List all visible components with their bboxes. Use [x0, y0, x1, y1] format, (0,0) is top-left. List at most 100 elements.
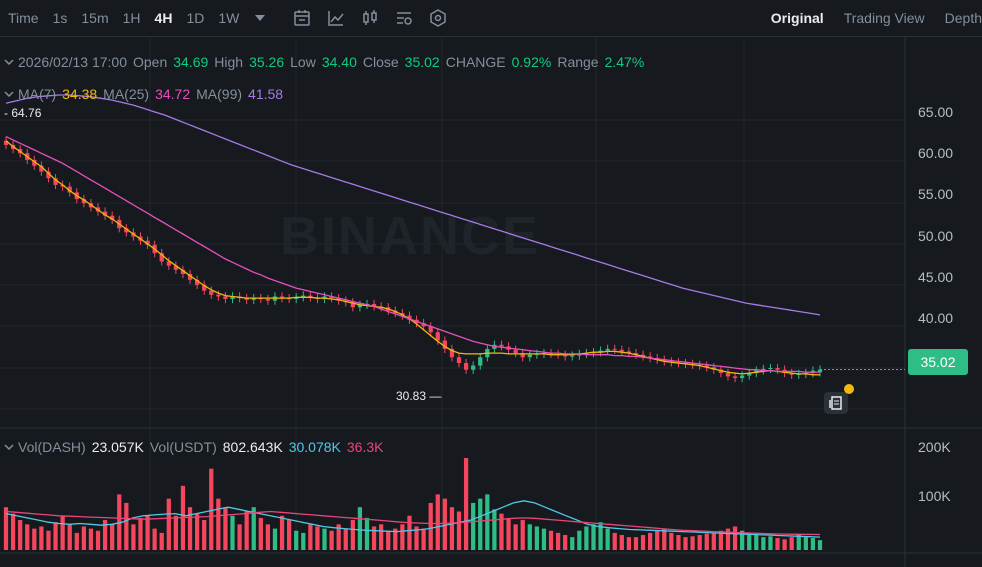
- volume-bar: [272, 528, 278, 550]
- candle-body: [513, 349, 518, 354]
- volume-bar: [683, 537, 688, 550]
- candle-body: [499, 344, 504, 347]
- volume-bar: [449, 507, 455, 550]
- volume-bar: [619, 535, 624, 550]
- volume-bar: [513, 524, 518, 550]
- chevron-down-icon: [4, 444, 14, 450]
- volume-bar: [223, 507, 228, 550]
- candle-body: [612, 348, 617, 350]
- ma25-value: 34.72: [155, 86, 191, 102]
- volume-bar: [18, 520, 23, 550]
- volume-bar: [541, 528, 547, 550]
- notes-button[interactable]: [824, 392, 848, 414]
- change-label: CHANGE: [445, 54, 506, 70]
- volume-bar: [591, 524, 596, 550]
- vol-ma2-value: 36.3K: [346, 439, 384, 455]
- volume-bar: [386, 530, 391, 550]
- volume-bar: [704, 533, 709, 550]
- candle-body: [463, 363, 469, 370]
- volume-bar: [485, 494, 490, 550]
- volume-bar: [676, 535, 681, 550]
- candle-body: [740, 375, 745, 379]
- volume-bar: [350, 520, 355, 550]
- candle-body: [775, 368, 780, 370]
- volume-bar: [145, 515, 150, 550]
- ma-legend: MA(7) 34.38 MA(25) 34.72 MA(99) 41.58: [0, 83, 289, 105]
- volume-bar: [166, 498, 171, 550]
- open-label: Open: [133, 54, 168, 70]
- candle-body: [605, 348, 610, 351]
- volume-bar: [124, 502, 129, 550]
- volume-bar: [421, 528, 426, 550]
- volume-bar: [279, 515, 285, 550]
- high-marker-value: 64.76: [11, 106, 42, 120]
- volume-bar: [768, 536, 773, 550]
- notification-dot: [844, 384, 854, 394]
- close-label: Close: [362, 54, 399, 70]
- volume-bar: [187, 507, 193, 550]
- volume-bar: [548, 530, 554, 550]
- volume-bar: [796, 535, 801, 550]
- collapse-ohlc-toggle[interactable]: [0, 59, 18, 65]
- volume-bar: [209, 468, 214, 550]
- close-value: 35.02: [404, 54, 440, 70]
- volume-bar: [761, 537, 766, 550]
- ma99-label: MA(99): [196, 86, 243, 102]
- volume-bar: [301, 532, 306, 550]
- volume-bar: [202, 520, 207, 550]
- low-marker-value: 30.83: [396, 389, 427, 403]
- volume-bar: [789, 537, 794, 550]
- candle-body: [768, 368, 773, 370]
- collapse-volume-toggle[interactable]: [0, 444, 18, 450]
- price-tick: 55.00: [918, 186, 954, 202]
- volume-bar: [633, 537, 639, 550]
- volume-bar: [131, 524, 136, 550]
- volume-bar: [626, 537, 632, 550]
- volume-bar: [237, 524, 242, 550]
- volume-bar: [173, 515, 179, 550]
- volume-bar: [478, 498, 483, 550]
- volume-bar: [732, 526, 738, 550]
- vol-ma1-value: 30.078K: [288, 439, 341, 455]
- ma7-label: MA(7): [18, 86, 57, 102]
- volume-bar: [357, 507, 363, 550]
- volume-bar: [67, 524, 72, 550]
- chevron-down-icon: [4, 91, 14, 97]
- vol-usdt-label: Vol(USDT): [149, 439, 217, 455]
- volume-bar: [605, 528, 610, 550]
- ohlc-datetime: 2026/02/13 17:00: [18, 54, 127, 70]
- volume-bar: [95, 530, 101, 550]
- open-value: 34.69: [173, 54, 209, 70]
- volume-bar: [456, 511, 462, 550]
- ma25-line: [5, 136, 821, 373]
- candle-body: [725, 373, 731, 377]
- collapse-ma-toggle[interactable]: [0, 91, 18, 97]
- volume-bar: [407, 515, 412, 550]
- volume-bar: [612, 532, 617, 550]
- volume-bar: [520, 520, 525, 550]
- price-tick: 50.00: [918, 228, 954, 244]
- volume-bar: [110, 524, 115, 550]
- ma99-value: 41.58: [248, 86, 284, 102]
- volume-bar: [74, 532, 79, 550]
- volume-tick: 100K: [918, 488, 951, 504]
- candle-body: [471, 365, 476, 370]
- current-price-tag: 35.02: [908, 349, 968, 375]
- high-marker-label: - 64.76: [4, 106, 42, 120]
- range-value: 2.47%: [604, 54, 645, 70]
- volume-bar: [287, 520, 292, 550]
- low-marker-label: 30.83 —: [396, 389, 442, 403]
- chevron-down-icon: [4, 59, 14, 65]
- volume-bar: [138, 517, 143, 550]
- volume-bar: [251, 507, 256, 550]
- volume-bar: [463, 458, 469, 550]
- volume-bar: [428, 502, 433, 550]
- range-label: Range: [557, 54, 599, 70]
- volume-bar: [88, 528, 94, 550]
- candle-body: [570, 355, 575, 357]
- vol-usdt-value: 802.643K: [222, 439, 283, 455]
- volume-bar: [364, 517, 370, 550]
- volume-bar: [506, 517, 511, 550]
- ma99-line: [5, 94, 821, 316]
- volume-bar: [662, 528, 667, 550]
